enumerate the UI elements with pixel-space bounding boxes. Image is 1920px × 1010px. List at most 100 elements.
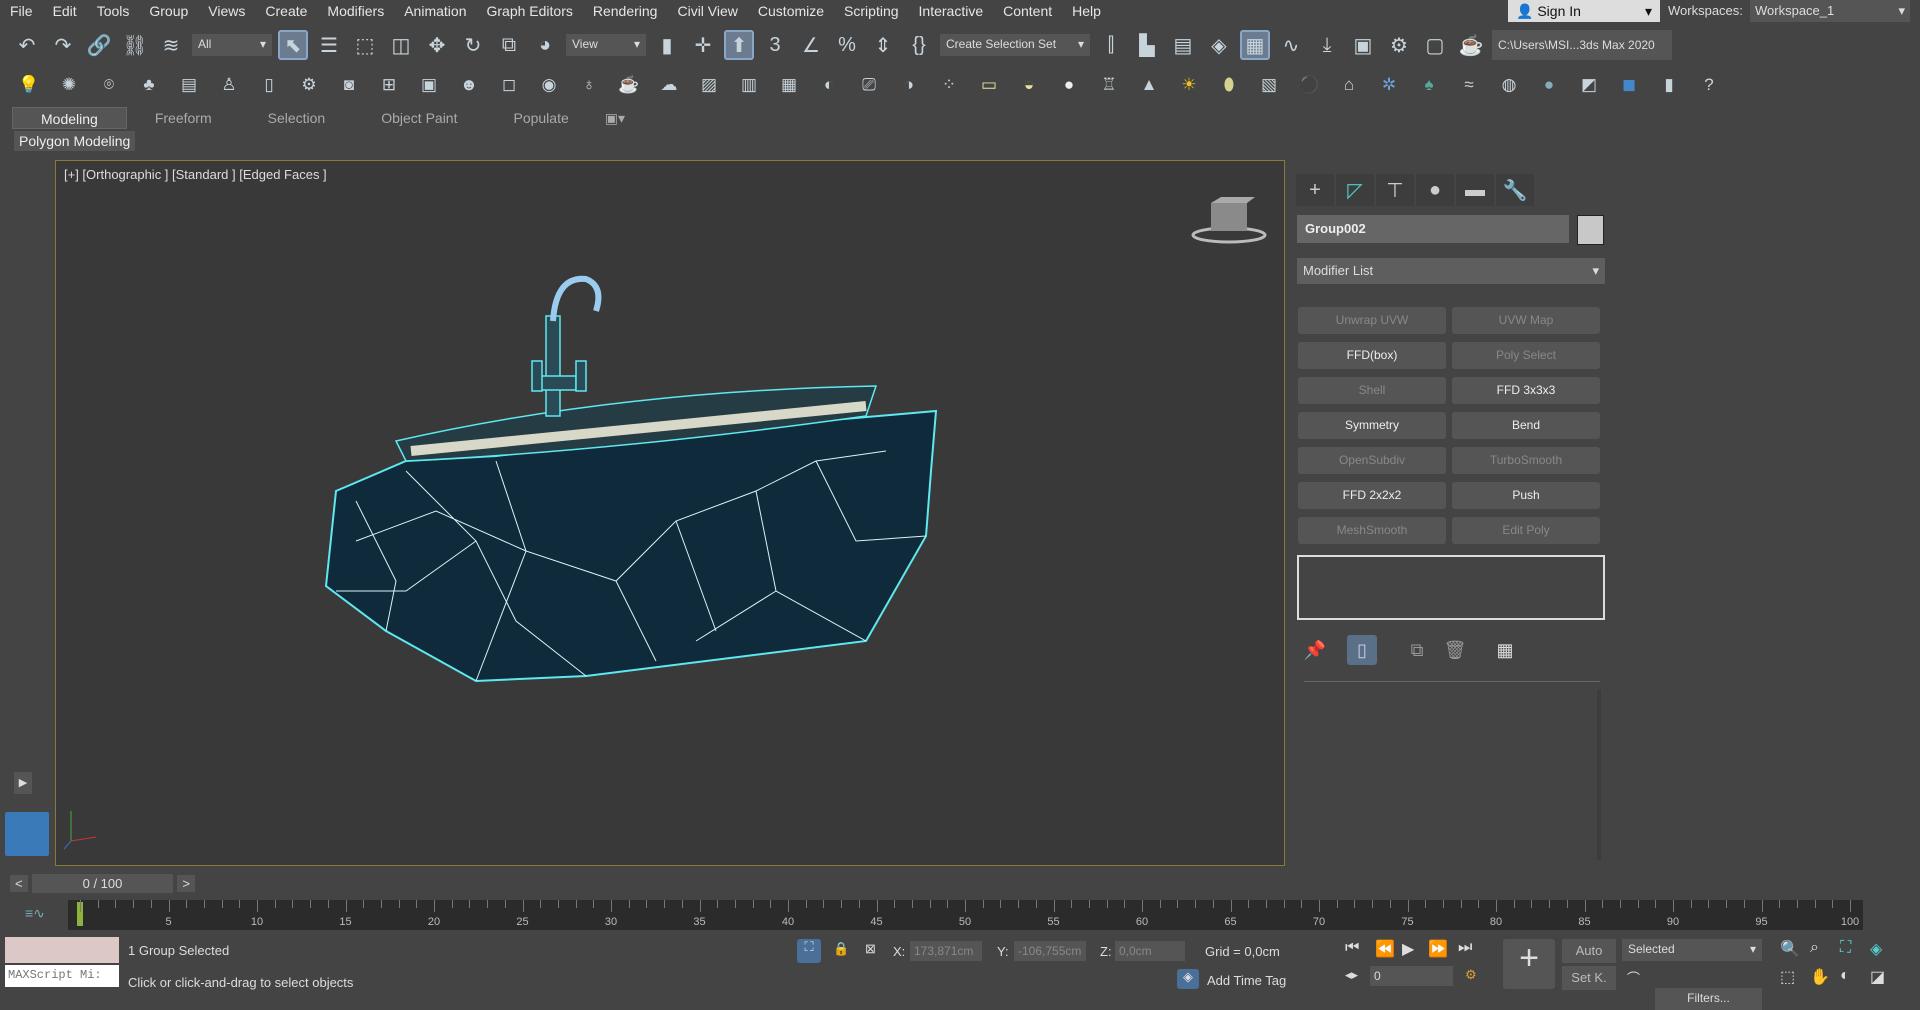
keyboard-shortcut-override-icon[interactable]: ⬆ (724, 30, 754, 60)
toggle-ribbon-icon[interactable]: ▦ (1240, 30, 1270, 60)
light-icon[interactable]: 💡 (12, 72, 46, 98)
mirror-icon[interactable]: ⫿ (1096, 30, 1126, 60)
eye-icon[interactable]: ◉ (532, 72, 566, 98)
window-crossing-icon[interactable]: ◫ (386, 30, 416, 60)
spinner-snap-icon[interactable]: ⇕ (868, 30, 898, 60)
redo-icon[interactable]: ↷ (48, 30, 78, 60)
field-of-view-icon[interactable]: ⬚ (1780, 967, 1795, 987)
stats-icon[interactable]: ▮ (1652, 72, 1686, 98)
unlink-icon[interactable]: ⛓ (120, 30, 150, 60)
pin-stack-icon[interactable]: 📌 (1300, 635, 1330, 665)
menu-group[interactable]: Group (139, 3, 198, 19)
snaps-toggle-icon[interactable]: 3 (760, 30, 790, 60)
modifier-button-ffd-2x2x2[interactable]: FFD 2x2x2 (1298, 482, 1446, 509)
rotate-icon[interactable]: ↻ (458, 30, 488, 60)
time-tag-icon[interactable]: ◈ (1177, 969, 1199, 989)
select-object-icon[interactable]: ⬉ (278, 30, 308, 60)
camera-sequence-icon[interactable]: ⎚ (852, 72, 886, 98)
maximize-viewport-icon[interactable]: ◪ (1870, 967, 1885, 987)
remove-modifier-trash-icon[interactable]: 🗑 (1440, 635, 1470, 665)
maxscript-listener-output[interactable] (5, 937, 119, 963)
maxscript-input[interactable]: MAXScript Mi: (5, 965, 119, 987)
people-icon[interactable]: ☻ (452, 72, 486, 98)
next-frame-icon[interactable]: ⏩ (1428, 939, 1448, 959)
material-editor-icon[interactable]: ▣ (1348, 30, 1378, 60)
help-icon[interactable]: ? (1692, 72, 1726, 98)
ribbon-tab-object-paint[interactable]: Object Paint (353, 107, 485, 129)
motion-tab-icon[interactable]: ● (1416, 174, 1454, 206)
schematic-view-icon[interactable]: ⤓ (1312, 30, 1342, 60)
pattern-icon[interactable]: ▧ (1252, 72, 1286, 98)
modifier-list-dropdown[interactable]: Modifier List ▾ (1297, 258, 1605, 284)
display-tab-icon[interactable]: ▬ (1456, 174, 1494, 206)
window-icon[interactable]: ▣ (412, 72, 446, 98)
ribbon-tab-selection[interactable]: Selection (240, 107, 354, 129)
tower-icon[interactable]: ⌂ (1332, 72, 1366, 98)
frame-icon[interactable]: ⊞ (372, 72, 406, 98)
key-mode-toggle-icon[interactable]: ◂▸ (1345, 967, 1358, 983)
rectangular-selection-icon[interactable]: ⬚ (350, 30, 380, 60)
tree-icon[interactable]: ♣ (132, 72, 166, 98)
light-list-icon[interactable]: ◐ (812, 72, 846, 98)
absolute-mode-icon[interactable]: ⊠ (865, 941, 876, 957)
polygon-modeling-panel[interactable]: Polygon Modeling (14, 131, 136, 151)
modifier-button-turbosmooth[interactable]: TurboSmooth (1452, 447, 1600, 474)
cloud-icon[interactable]: ☁ (652, 72, 686, 98)
material-icon[interactable]: ◩ (1572, 72, 1606, 98)
zoom-extents-all-icon[interactable]: ◈ (1870, 939, 1882, 959)
modifier-stack[interactable] (1297, 555, 1605, 620)
menu-civil-view[interactable]: Civil View (667, 3, 747, 19)
render-setup-icon[interactable]: ⚙ (1384, 30, 1414, 60)
viewport-layout-tab[interactable] (5, 812, 49, 856)
plant-icon[interactable]: ♠ (1412, 72, 1446, 98)
menu-graph-editors[interactable]: Graph Editors (476, 3, 582, 19)
camera-icon[interactable]: ⌾ (92, 72, 126, 98)
grid-icon[interactable]: ▦ (772, 72, 806, 98)
y-coordinate-field[interactable]: -106,755cm (1014, 941, 1086, 961)
image-icon[interactable]: ▨ (692, 72, 726, 98)
placement-icon[interactable]: ◕ (530, 30, 560, 60)
create-tab-plus-icon[interactable]: + (1296, 174, 1334, 206)
zoom-all-icon[interactable]: ⌕ (1810, 939, 1819, 957)
key-filter-selected-dropdown[interactable]: Selected ▾ (1622, 939, 1762, 961)
teapot-icon[interactable]: ☕ (612, 72, 646, 98)
modifier-button-push[interactable]: Push (1452, 482, 1600, 509)
rendered-frame-window-icon[interactable]: ▢ (1420, 30, 1450, 60)
modifier-button-uvw-map[interactable]: UVW Map (1452, 307, 1600, 334)
menu-tools[interactable]: Tools (87, 3, 140, 19)
menu-edit[interactable]: Edit (43, 3, 87, 19)
link-icon[interactable]: 🔗 (84, 30, 114, 60)
table-icon[interactable]: ▥ (732, 72, 766, 98)
selection-filter-dropdown[interactable]: All ▾ (192, 34, 272, 56)
time-slider[interactable]: < 0 / 100 > (10, 873, 195, 893)
bind-space-warp-icon[interactable]: ≋ (156, 30, 186, 60)
modifier-button-edit-poly[interactable]: Edit Poly (1452, 517, 1600, 544)
modifier-button-symmetry[interactable]: Symmetry (1298, 412, 1446, 439)
curve-editor-toggle-icon[interactable]: ≡∿ (25, 905, 45, 922)
menu-scripting[interactable]: Scripting (834, 3, 908, 19)
menu-rendering[interactable]: Rendering (583, 3, 668, 19)
next-frame-button[interactable]: > (177, 874, 195, 892)
z-coordinate-field[interactable]: 0,0cm (1115, 941, 1185, 961)
spheres-icon[interactable]: ⁘ (932, 72, 966, 98)
bulb-icon[interactable]: ♁ (572, 72, 606, 98)
menu-customize[interactable]: Customize (748, 3, 834, 19)
modifier-button-ffd-box-[interactable]: FFD(box) (1298, 342, 1446, 369)
key-tangent-icon[interactable]: ⌒ (1627, 968, 1640, 987)
pan-hand-icon[interactable]: ✋ (1810, 967, 1830, 987)
edit-named-selection-icon[interactable]: {} (904, 30, 934, 60)
zoom-extents-icon[interactable]: ⛶ (1840, 939, 1851, 957)
key-filters-button[interactable]: Filters... (1655, 988, 1762, 1010)
selection-lock-icon[interactable]: 🔒 (833, 941, 849, 957)
select-manipulate-icon[interactable]: ✛ (688, 30, 718, 60)
ribbon-options-icon[interactable]: ▣▾ (597, 107, 633, 129)
object-color-swatch[interactable] (1577, 215, 1604, 245)
scale-icon[interactable]: ⧉ (494, 30, 524, 60)
prev-frame-button[interactable]: < (10, 874, 28, 892)
menu-content[interactable]: Content (993, 3, 1062, 19)
layer-explorer-icon[interactable]: ◈ (1204, 30, 1234, 60)
curve-editor-icon[interactable]: ∿ (1276, 30, 1306, 60)
sun-icon[interactable]: ✺ (52, 72, 86, 98)
menu-file[interactable]: File (0, 3, 43, 19)
configure-modifier-sets-icon[interactable]: ▦ (1490, 635, 1520, 665)
